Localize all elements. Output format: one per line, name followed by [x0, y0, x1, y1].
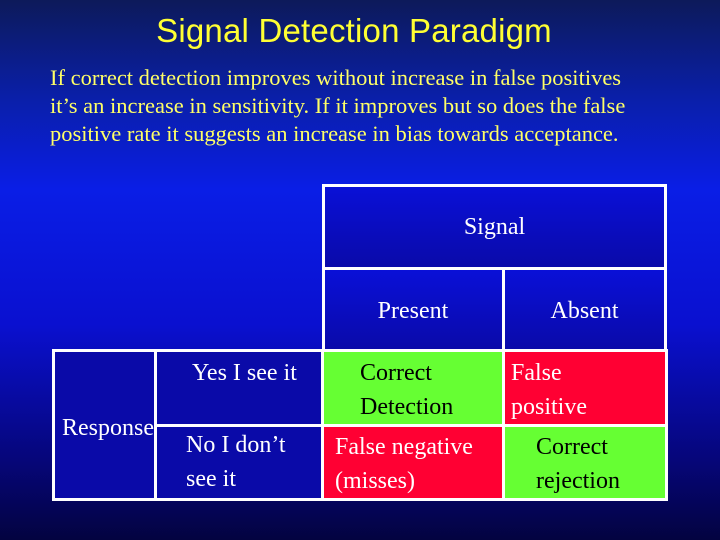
slide-title: Signal Detection Paradigm [156, 12, 552, 49]
body-line: positive rate it suggests an increase in… [50, 121, 619, 146]
slide-body-text: If correct detection improves without in… [50, 64, 710, 148]
body-line: it’s an increase in sensitivity. If it i… [50, 93, 626, 118]
divider [155, 424, 667, 427]
body-line: If correct detection improves without in… [50, 65, 622, 90]
divider [502, 269, 505, 352]
divider [322, 267, 667, 270]
